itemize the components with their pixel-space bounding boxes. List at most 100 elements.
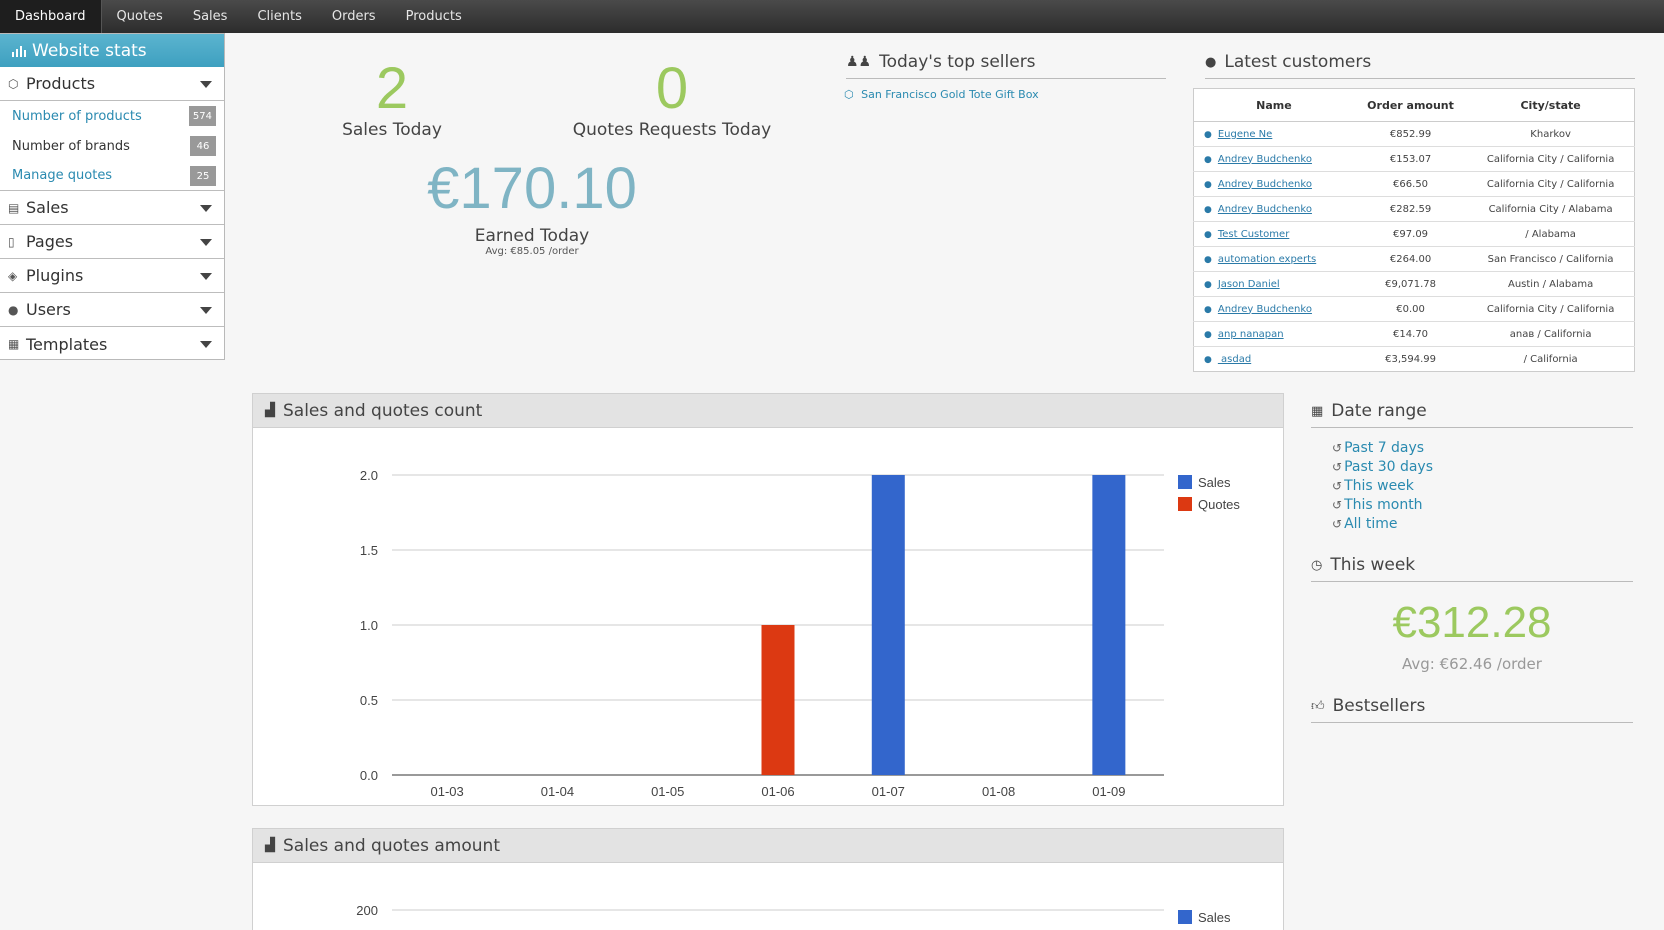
- order-amount-cell: €264.00: [1353, 246, 1468, 272]
- customer-name-cell: ● Andrey Budchenko: [1193, 146, 1354, 172]
- order-amount-cell: €9,071.78: [1353, 271, 1468, 297]
- city-state-cell: Kharkov: [1467, 121, 1635, 147]
- customer-link[interactable]: anp nanapan: [1218, 329, 1284, 340]
- nav-orders[interactable]: Orders: [317, 0, 391, 33]
- range-all-time[interactable]: ↺ All time: [1332, 516, 1398, 532]
- sales-today-value: 2: [375, 56, 409, 121]
- nav-clients[interactable]: Clients: [242, 0, 316, 33]
- table-row: ● Andrey Budchenko €153.07 California City …: [1193, 146, 1635, 172]
- sidebar-section-users[interactable]: ● Users: [0, 293, 224, 327]
- city-state-cell: / California: [1467, 346, 1635, 372]
- table-row: ● asdad €3,594.99 / California: [1193, 346, 1635, 372]
- caret-down-icon: [200, 307, 212, 314]
- count-badge: 574: [188, 106, 216, 126]
- customer-link[interactable]: Eugene Ne: [1218, 129, 1272, 140]
- city-state-cell: / Alabama: [1467, 221, 1635, 247]
- nav-sales[interactable]: Sales: [178, 0, 243, 33]
- customer-link[interactable]: Andrey Budchenko: [1218, 179, 1312, 190]
- quotes-today-label: Quotes Requests Today: [572, 120, 772, 140]
- sales-quotes-amount-chart: 200 Sales: [356, 903, 1231, 925]
- x-tick-label: 01-09: [1092, 784, 1125, 799]
- order-amount-cell: €3,594.99: [1353, 346, 1468, 372]
- y-tick-label: 200: [356, 903, 378, 918]
- history-icon: ↺: [1332, 479, 1343, 493]
- sidebar-item-number-of-products[interactable]: Number of products 574: [0, 101, 224, 131]
- table-header-row: Name Order amount City/state: [1193, 88, 1635, 122]
- range-label: All time: [1344, 516, 1398, 532]
- legend-label-sales: Sales: [1198, 475, 1231, 490]
- user-icon: ●: [1204, 254, 1212, 265]
- table-row: ● anp nanapan €14.70 anaв / California: [1193, 321, 1635, 347]
- legend-swatch-quotes: [1178, 497, 1192, 511]
- cubes-icon: ◈: [8, 268, 18, 283]
- quotes-today-stat: 0 Quotes Requests Today: [562, 58, 782, 141]
- nav-products[interactable]: Products: [391, 0, 477, 33]
- user-icon: ●: [1204, 129, 1212, 140]
- sidebar-section-products[interactable]: ⬡ Products: [0, 67, 224, 101]
- week-avg: Avg: €62.46 /order: [1402, 655, 1542, 673]
- bestsellers-title: Bestsellers: [1332, 696, 1426, 716]
- count-badge: 46: [190, 136, 216, 156]
- range-this-week[interactable]: ↺ This week: [1332, 478, 1414, 494]
- city-state-cell: California City / California: [1467, 296, 1635, 322]
- customer-link[interactable]: Andrey Budchenko: [1218, 154, 1312, 165]
- latest-customers-table: Name Order amount City/state ● Eugene Ne €…: [1193, 88, 1635, 372]
- user-icon: ●: [1204, 304, 1212, 315]
- sidebar-section-templates[interactable]: ▦ Templates: [0, 327, 224, 361]
- range-this-month[interactable]: ↺ This month: [1332, 497, 1423, 513]
- customer-name-cell: ● anp nanapan: [1193, 321, 1354, 347]
- order-amount-cell: €852.99: [1353, 121, 1468, 147]
- latest-customers-header: ● Latest customers: [1205, 52, 1635, 79]
- date-range-title: Date range: [1331, 401, 1427, 421]
- chart-header: ▟ Sales and quotes amount: [253, 829, 1283, 863]
- this-week-title: This week: [1330, 555, 1416, 575]
- sidebar-section-sales[interactable]: ▤ Sales: [0, 191, 224, 225]
- sidebar-item-number-of-brands: Number of brands 46: [0, 131, 224, 161]
- city-state-cell: California City / California: [1467, 146, 1635, 172]
- customer-link[interactable]: Test Customer: [1218, 229, 1289, 240]
- calendar-icon: ▦: [1311, 403, 1324, 419]
- range-label: Past 7 days: [1344, 440, 1425, 456]
- chart-title: Sales and quotes count: [283, 400, 483, 421]
- table-row: ● Eugene Ne €852.99 Kharkov: [1193, 121, 1635, 147]
- y-tick-label: 1.5: [360, 543, 378, 558]
- range-past-7-days[interactable]: ↺ Past 7 days: [1332, 440, 1424, 456]
- customer-link[interactable]: automation experts: [1218, 254, 1316, 265]
- bestsellers-header: 👍︎ Bestsellers: [1311, 696, 1633, 723]
- sidebar-section-pages[interactable]: ▯ Pages: [0, 225, 224, 259]
- city-state-cell: San Francisco / California: [1467, 246, 1635, 272]
- history-icon: ↺: [1332, 441, 1343, 455]
- nav-dashboard[interactable]: Dashboard: [0, 0, 102, 33]
- customer-name-cell: ● Andrey Budchenko: [1193, 196, 1354, 222]
- week-amount: €312.28: [1392, 598, 1552, 647]
- templates-icon: ▦: [8, 337, 20, 351]
- top-seller-item[interactable]: ⬡ San Francisco Gold Tote Gift Box: [844, 88, 1039, 101]
- sidebar-item-manage-quotes[interactable]: Manage quotes 25: [0, 161, 224, 191]
- page-icon: ▯: [8, 234, 15, 249]
- column-header: Name: [1193, 88, 1354, 122]
- sidebar-item-label: Number of products: [12, 108, 142, 124]
- x-tick-label: 01-05: [651, 784, 684, 799]
- sidebar-section-label: Products: [26, 74, 96, 93]
- range-past-30-days[interactable]: ↺ Past 30 days: [1332, 459, 1433, 475]
- caret-down-icon: [200, 205, 212, 212]
- customer-link[interactable]: asdad: [1218, 354, 1251, 365]
- customer-name-cell: ● Test Customer: [1193, 221, 1354, 247]
- customer-link[interactable]: Andrey Budchenko: [1218, 304, 1312, 315]
- top-sellers-header: ♟♟ Today's top sellers: [846, 52, 1166, 79]
- stats-icon: [12, 45, 26, 57]
- table-row: ● Andrey Budchenko €66.50 California City /…: [1193, 171, 1635, 197]
- sidebar-section-plugins[interactable]: ◈ Plugins: [0, 259, 224, 293]
- nav-quotes[interactable]: Quotes: [102, 0, 178, 33]
- sidebar-section-label: Plugins: [26, 266, 84, 285]
- sales-quotes-amount-panel: ▟ Sales and quotes amount 200 Sales: [252, 828, 1284, 930]
- user-icon: ●: [1204, 179, 1212, 190]
- legend-swatch-sales: [1178, 910, 1192, 924]
- city-state-cell: California City / California: [1467, 171, 1635, 197]
- column-header: Order amount: [1353, 88, 1468, 122]
- customer-link[interactable]: Jason Daniel: [1218, 279, 1280, 290]
- user-icon: ●: [1204, 279, 1212, 290]
- range-label: Past 30 days: [1344, 459, 1433, 475]
- sales-quotes-count-chart: 0.0 0.5 1.0 1.5 2.0 01-03 01-04 01-05 01-06 01-07…: [360, 468, 1240, 799]
- customer-link[interactable]: Andrey Budchenko: [1218, 204, 1312, 215]
